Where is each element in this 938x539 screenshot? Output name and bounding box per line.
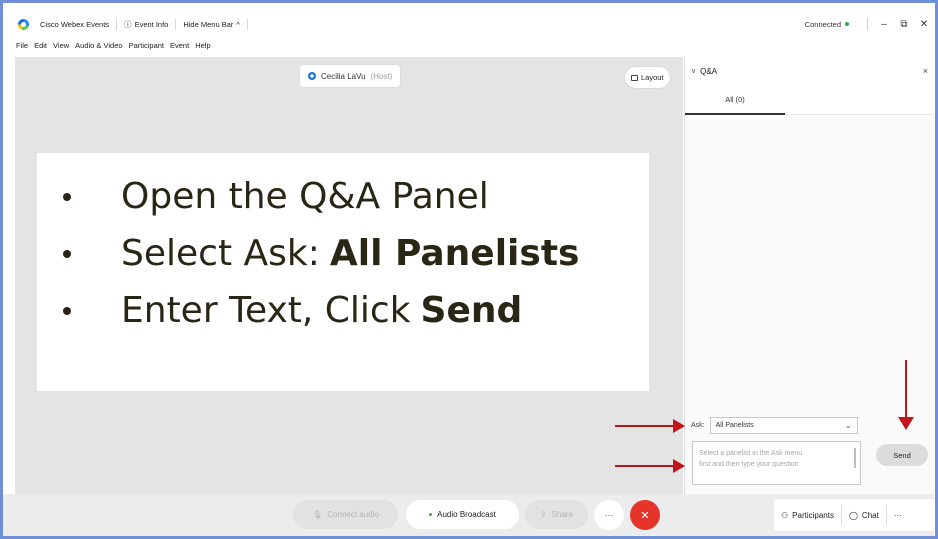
event-info-button[interactable]: ⓘ Event Info <box>117 18 177 30</box>
connected-dot-icon <box>845 22 849 26</box>
ask-select[interactable]: All Panelists ⌄ <box>709 417 858 434</box>
slide-bullet: Select Ask: All Panelists <box>37 225 649 282</box>
question-input[interactable]: Select a panelist in the Ask menu first … <box>692 441 861 485</box>
bullet-text: Enter Text, Click <box>121 290 411 331</box>
qa-panel-header: ∨ Q&A × <box>685 57 934 85</box>
layout-icon <box>631 74 638 81</box>
menu-participant[interactable]: Participant <box>129 41 164 50</box>
ask-select-value: All Panelists <box>715 422 754 429</box>
menu-view[interactable]: View <box>53 41 69 50</box>
more-options-button[interactable]: ··· <box>594 500 624 530</box>
host-role: (Host) <box>370 71 393 81</box>
ask-label: Ask: <box>691 422 705 429</box>
share-icon: ⇪ <box>539 510 547 519</box>
menu-file[interactable]: File <box>16 41 28 50</box>
menu-audio-video[interactable]: Audio & Video <box>75 41 122 50</box>
info-icon: ⓘ <box>124 19 132 29</box>
share-button[interactable]: ⇪ Share <box>525 500 588 529</box>
person-icon: ⚇ <box>781 510 789 520</box>
bullet-icon <box>63 249 71 258</box>
audio-broadcast-button[interactable]: Audio Broadcast <box>406 500 519 529</box>
menu-event[interactable]: Event <box>170 41 189 50</box>
window-close-button[interactable]: ✕ <box>914 19 934 30</box>
shared-slide: Open the Q&A Panel Select Ask: All Panel… <box>37 153 649 391</box>
chat-button[interactable]: ◯ Chat <box>842 505 887 525</box>
chat-bubble-icon: ◯ <box>848 510 858 520</box>
layout-button[interactable]: Layout <box>625 67 670 88</box>
event-info-label: Event Info <box>134 19 169 29</box>
meeting-controls-bar: 🎙 Connect audio Audio Broadcast ⇪ Share … <box>3 494 934 536</box>
ask-row: Ask: All Panelists ⌄ <box>691 417 858 434</box>
connection-status: Connected <box>805 20 849 29</box>
bullet-icon <box>63 192 71 201</box>
audio-broadcast-label: Audio Broadcast <box>437 510 496 519</box>
connect-audio-button[interactable]: 🎙 Connect audio <box>293 500 398 529</box>
meeting-stage: Cecilia LaVu (Host) Layout Open the Q&A … <box>15 57 683 494</box>
qa-panel-close-button[interactable]: × <box>923 66 928 76</box>
microphone-icon: 🎙 <box>312 510 323 519</box>
qa-tabs: All (0) <box>685 85 934 115</box>
more-panels-button[interactable]: ··· <box>887 505 909 525</box>
annotation-arrow-question <box>615 459 685 473</box>
slide-bullet: Open the Q&A Panel <box>37 168 649 225</box>
menu-bar: File Edit View Audio & Video Participant… <box>3 36 934 54</box>
chat-label: Chat <box>861 510 879 520</box>
speaker-icon <box>308 72 316 80</box>
bullet-text: Open the Q&A Panel <box>121 176 489 217</box>
bullet-bold-text: All Panelists <box>329 233 580 274</box>
connect-audio-label: Connect audio <box>327 510 379 519</box>
layout-label: Layout <box>641 73 664 82</box>
participants-button[interactable]: ⚇ Participants <box>774 505 842 525</box>
host-name: Cecilia LaVu <box>321 71 366 81</box>
hide-menu-bar-button[interactable]: Hide Menu Bar ^ <box>176 18 248 30</box>
app-title: Cisco Webex Events <box>33 18 118 30</box>
minimize-button[interactable]: – <box>874 19 894 30</box>
chevron-down-icon: ⌄ <box>844 421 852 430</box>
connection-status-label: Connected <box>804 19 841 29</box>
annotation-arrow-send <box>898 360 914 430</box>
question-scrollbar[interactable] <box>854 448 856 468</box>
bullet-text: Select Ask: <box>121 233 320 274</box>
restore-button[interactable]: ⧉ <box>894 19 914 30</box>
tab-all[interactable]: All (0) <box>685 85 785 115</box>
bullet-bold-text: Send <box>420 290 523 331</box>
menu-help[interactable]: Help <box>195 41 210 50</box>
annotation-arrow-ask <box>615 419 685 433</box>
participants-label: Participants <box>792 510 834 520</box>
share-label: Share <box>551 510 574 519</box>
question-placeholder-line-1: Select a panelist in the Ask menu <box>699 450 803 457</box>
slide-bullet: Enter Text, Click Send <box>37 282 649 339</box>
qa-panel-title: Q&A <box>700 66 718 76</box>
leave-meeting-button[interactable]: ✕ <box>630 500 660 530</box>
active-speaker-label: Cecilia LaVu (Host) <box>300 65 401 87</box>
chevron-up-icon: ^ <box>236 19 240 29</box>
qa-panel: ∨ Q&A × All (0) Ask: All Panelists ⌄ Sel… <box>684 57 934 494</box>
bullet-icon <box>63 306 71 315</box>
hide-menu-bar-label: Hide Menu Bar <box>183 19 234 29</box>
menu-edit[interactable]: Edit <box>34 41 47 50</box>
send-button[interactable]: Send <box>876 444 928 466</box>
collapse-chevron-icon[interactable]: ∨ <box>691 67 696 75</box>
title-bar: Cisco Webex Events ⓘ Event Info Hide Menu… <box>3 14 934 34</box>
webex-logo-icon <box>18 18 29 30</box>
broadcast-dot-icon <box>429 513 433 516</box>
panel-toggle-group: ⚇ Participants ◯ Chat ··· <box>774 499 934 531</box>
question-placeholder-line-2: first and then type your question <box>699 461 799 468</box>
